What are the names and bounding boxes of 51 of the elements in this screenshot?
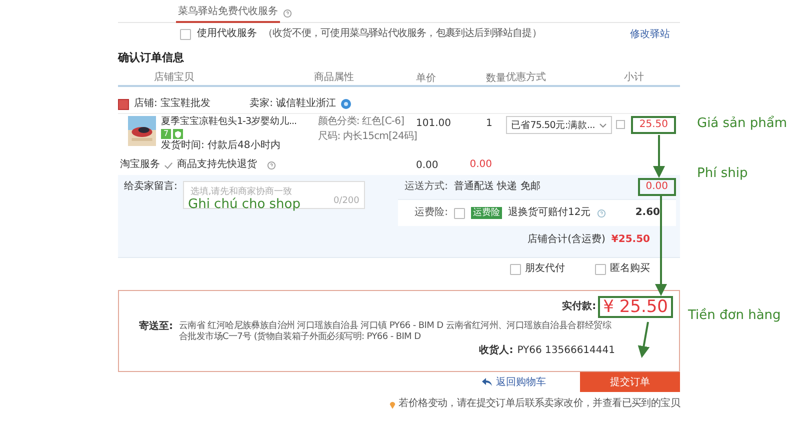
- annotation-label: Tiền đơn hàng: [688, 308, 781, 323]
- checkbox-label: 使用代收服务: [197, 28, 257, 40]
- seller-name[interactable]: 卖家: 诚信鞋业浙江: [250, 98, 336, 110]
- shipping-label: 运送方式:: [404, 181, 448, 193]
- shop-name[interactable]: 店铺: 宝宝鞋批发: [134, 98, 211, 110]
- checkbox-label: 朋友代付: [525, 263, 565, 275]
- service-label: 淘宝服务: [120, 159, 160, 170]
- insurance-label: 运费险:: [414, 207, 448, 219]
- service-option: 商品支持先快退货: [177, 159, 257, 171]
- hint-text: （收货不便，可使用菜鸟驿站代收服务，包裹到达后到驿站自提）: [263, 28, 542, 40]
- back-to-cart-link[interactable]: 返回购物车: [496, 375, 546, 389]
- address-label: 寄送至:: [139, 321, 173, 334]
- receiver-label: 收货人:: [479, 345, 514, 357]
- service-tab[interactable]: 菜鸟驿站免费代收服务: [176, 4, 280, 23]
- column-header: 店铺宝贝: [153, 70, 195, 84]
- service-subtotal: 0.00: [470, 159, 492, 171]
- ship-time: 发货时间: 付款后48小时内: [161, 140, 282, 152]
- paid-amount: ¥ 25.50: [598, 296, 673, 318]
- paid-label: 实付款:: [562, 301, 596, 313]
- shop-total: ¥25.50: [611, 234, 650, 246]
- annotation-label: Ghi chú cho shop: [188, 197, 301, 212]
- column-header: 商品属性: [314, 70, 355, 84]
- notice-text: 若价格变动，请在提交订单后联系卖家改价，并查看已买到的宝贝: [398, 398, 680, 410]
- discount-select[interactable]: 已省75.50元:满款...: [506, 116, 612, 134]
- shipping-method: 普通配送 快递 免邮: [454, 181, 540, 193]
- unit-price: 101.00: [416, 117, 452, 131]
- return-badge: 7: [161, 129, 171, 139]
- product-name[interactable]: 夏季宝宝凉鞋包头1-3岁婴幼儿...: [161, 116, 297, 128]
- receiver: PY66 13566614441: [517, 345, 615, 357]
- quantity: 1: [485, 117, 494, 131]
- insurance-text: 退换货可赔付12元: [508, 207, 591, 219]
- product-attribute: 颜色分类: 红色[C-6]: [318, 116, 406, 128]
- section-title: 确认订单信息: [118, 50, 185, 66]
- change-station-link[interactable]: 修改驿站: [630, 27, 670, 41]
- service-price: 0.00: [416, 159, 440, 172]
- insurance-fee: 2.60: [635, 207, 661, 219]
- column-header: 数量: [485, 72, 506, 85]
- insurance-badge: 运费险: [471, 207, 502, 219]
- shipping-address: 云南省 红河哈尼族彝族自治州 河口瑶族自治县 河口镇 PY66 - BIM D 云南省红河州、河口瑶族自治县合群经贸综合批发市场C一7号 (货物自装箱子外面必须写明: PY66 - BIM D: [179, 321, 612, 343]
- annotation-label: Giá sản phẩm: [697, 116, 788, 131]
- product-attribute: 尺码: 内长15cm[24码]: [318, 131, 416, 143]
- subtotal: 25.50: [631, 116, 676, 134]
- message-label: 给卖家留言:: [124, 181, 178, 194]
- shipping-fee: 0.00: [638, 178, 676, 196]
- column-header: 单价: [416, 72, 437, 85]
- column-header: 小计: [623, 70, 645, 84]
- checkbox-label: 匿名购买: [610, 263, 650, 275]
- column-header: 优惠方式: [506, 70, 547, 84]
- submit-order-button[interactable]: 提交订单: [580, 372, 680, 392]
- annotation-label: Phí ship: [697, 166, 748, 181]
- shop-total-label: 店铺合计(含运费): [528, 234, 606, 246]
